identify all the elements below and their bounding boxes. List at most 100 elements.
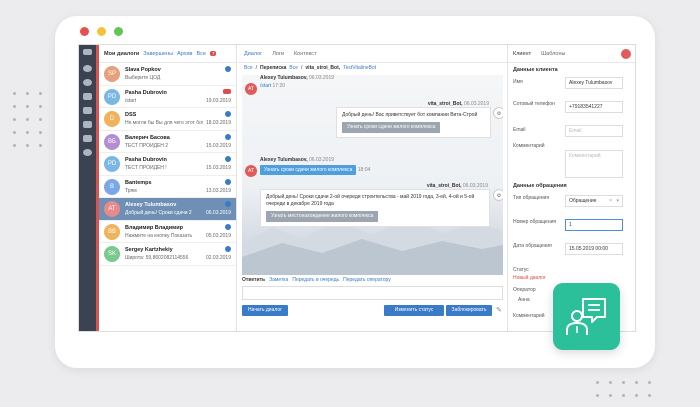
bot-avatar: ⚙ <box>493 107 503 119</box>
document-icon[interactable] <box>83 107 92 114</box>
avatar: SK <box>104 246 120 262</box>
reply-bar: Ответить Заметка Передать в очередь Пере… <box>242 277 391 283</box>
breadcrumb-bot: vita_stroi_Bot, <box>305 65 341 71</box>
calendar-icon[interactable] <box>83 121 92 128</box>
block-button[interactable]: Заблокировать <box>446 305 492 316</box>
clear-icon[interactable]: × <box>609 196 612 206</box>
menu-icon[interactable] <box>83 49 92 55</box>
dialog-item[interactable]: PD Pasha Dubrovin ТЕСТ ПРОЙДЕН ! 15.03.2019 <box>99 153 236 176</box>
channel-badge-icon <box>225 201 231 207</box>
type-select[interactable]: Обращение × ▾ <box>565 195 623 207</box>
dialog-name: Slava Popkov <box>125 67 161 73</box>
gear-icon[interactable] <box>83 149 92 156</box>
dialog-item[interactable]: SK Sergey Kartzhekiy Широта: 59,8602082114… <box>99 243 236 266</box>
dialog-preview: Не могли бы Вы для чего этот бот <box>125 120 203 126</box>
breadcrumb-channel[interactable]: TestVitalineBot <box>343 65 376 71</box>
breadcrumb-all[interactable]: Все <box>244 65 253 71</box>
tab-closed[interactable]: Завершены <box>143 51 173 57</box>
messages-area[interactable]: AT Alexey Tulumbasov, 06.03.2019 /start … <box>242 75 503 275</box>
minimize-dot[interactable] <box>97 27 106 36</box>
tab-archive[interactable]: Архив <box>177 51 192 57</box>
tab-context[interactable]: Контекст <box>294 51 317 57</box>
dialog-date: 06.03.2019 <box>205 210 231 216</box>
note-link[interactable]: Заметка <box>269 277 288 283</box>
reply-label: Ответить <box>242 277 266 283</box>
dialog-date: 13.03.2019 <box>205 187 231 194</box>
dialog-item[interactable]: AT Alexey Tulumbasov Добрый день! Сроки сд… <box>99 198 236 221</box>
users-icon[interactable] <box>83 135 92 142</box>
attach-icon[interactable]: ✎ <box>496 306 502 314</box>
dialog-date: 05.03.2019 <box>205 232 231 239</box>
tab-all[interactable]: Все <box>196 51 205 57</box>
dialog-item[interactable]: D DSS Не могли бы Вы для чего этот бот 18.0… <box>99 108 236 131</box>
message-user-2: Alexey Tulumbasov, 06.03.2019 Узнать сро… <box>260 157 371 175</box>
request-section-title: Данные обращения <box>513 183 567 189</box>
dialogs-list: SP Slava Popkov Выберите ЦОД PD Pasha Dubrov… <box>99 63 236 266</box>
avatar: B <box>104 178 120 195</box>
tab-logs[interactable]: Логи <box>272 51 284 57</box>
dialog-item[interactable]: ВБ Валерич Басова ТЕСТ ПРОЙДЕН 2 15.03.2019 <box>99 131 236 153</box>
avatar: PD <box>104 88 120 105</box>
dialog-name: Pasha Dubrovin <box>125 157 167 163</box>
maximize-dot[interactable] <box>114 27 123 36</box>
dialog-name: Bantemps <box>125 179 152 186</box>
comment-label: Комментарий <box>513 143 545 149</box>
channel-badge-icon <box>225 178 231 185</box>
dialog-preview: Широта: 59,8602082114556 <box>125 255 189 261</box>
type-label: Тип обращения <box>513 195 550 201</box>
message-bot-2: vita_stroi_Bot, 06.03.2019 Добрый день! … <box>260 183 490 227</box>
close-dot[interactable] <box>80 27 89 36</box>
nav-sidebar <box>79 45 96 331</box>
support-chat-icon <box>553 283 620 350</box>
channel-badge-icon <box>225 133 231 140</box>
phone-field[interactable]: +79183541227 <box>565 101 623 113</box>
dialog-preview: Нажмите на кнопку Показать <box>125 232 193 239</box>
message-input[interactable] <box>242 286 503 300</box>
dialog-preview: /start <box>125 97 137 104</box>
dialog-preview: ТЕСТ ПРОЙДЕН ! <box>125 165 167 171</box>
bot-button-location[interactable]: Узнать местонахождение жилого комплекса <box>266 211 379 222</box>
dialog-preview: Трям <box>125 187 137 194</box>
start-dialog-button[interactable]: Начать диалог <box>242 305 288 316</box>
channel-badge-icon <box>223 88 231 94</box>
user-avatar-top[interactable] <box>621 48 631 59</box>
dialog-item[interactable]: ВВ Владимир Владимир Нажмите на кнопку Пок… <box>99 221 236 243</box>
dialog-item[interactable]: SP Slava Popkov Выберите ЦОД <box>99 63 236 86</box>
change-status-button[interactable]: Изменить статус <box>384 305 444 316</box>
chat-icon[interactable] <box>83 65 92 72</box>
queue-link[interactable]: Передать в очередь <box>292 277 339 283</box>
dialog-preview: Выберите ЦОД <box>125 75 161 81</box>
tab-templates[interactable]: Шаблоны <box>541 51 565 57</box>
dialog-name: Валерич Басова <box>125 134 170 141</box>
number-field[interactable]: 1 <box>565 219 623 231</box>
dialog-date: 15.03.2019 <box>205 142 231 149</box>
user-avatar: AT <box>245 83 257 95</box>
all-count-badge: 7 <box>209 51 217 56</box>
bot-icon[interactable] <box>83 93 92 100</box>
dialog-item[interactable]: B Bantemps Трям 13.03.2019 <box>99 176 236 198</box>
dialog-date: 18.03.2019 <box>205 120 231 126</box>
channel-badge-icon <box>225 246 231 252</box>
breadcrumb-all-2[interactable]: Все <box>289 65 298 71</box>
date-label: Дата обращения <box>513 243 552 249</box>
dialogs-panel: Мои диалоги Завершены Архив Все 7 SP Slav… <box>99 45 237 331</box>
avatar: AT <box>104 201 120 217</box>
tab-my-dialogs[interactable]: Мои диалоги <box>104 51 139 57</box>
date-field[interactable]: 15.05.2019 00:00 <box>565 243 623 255</box>
dialog-name: DSS <box>125 112 137 118</box>
operator-link[interactable]: Передать оператору <box>343 277 391 283</box>
tab-dialog[interactable]: Диалог <box>244 51 262 57</box>
avatar: ВБ <box>104 133 120 150</box>
email-label: Email <box>513 127 526 133</box>
name-field[interactable]: Alexey Tulumbasov <box>565 77 623 89</box>
email-field[interactable]: Email <box>565 125 623 137</box>
status-label: Статус <box>513 267 529 273</box>
dialog-item[interactable]: PD Pasha Dubrovin/start 19.03.2019 <box>99 86 236 108</box>
bot-button-deadlines[interactable]: Узнать сроки сдачи жилого комплекса <box>342 122 441 133</box>
pie-chart-icon[interactable] <box>83 79 92 86</box>
dialog-name: Pasha Dubrovin <box>125 89 167 96</box>
breadcrumb-sep: / <box>255 65 258 71</box>
tab-client[interactable]: Клиент <box>513 51 531 57</box>
comment-field[interactable]: Комментарий <box>565 150 623 178</box>
chevron-down-icon[interactable]: ▾ <box>616 196 619 206</box>
